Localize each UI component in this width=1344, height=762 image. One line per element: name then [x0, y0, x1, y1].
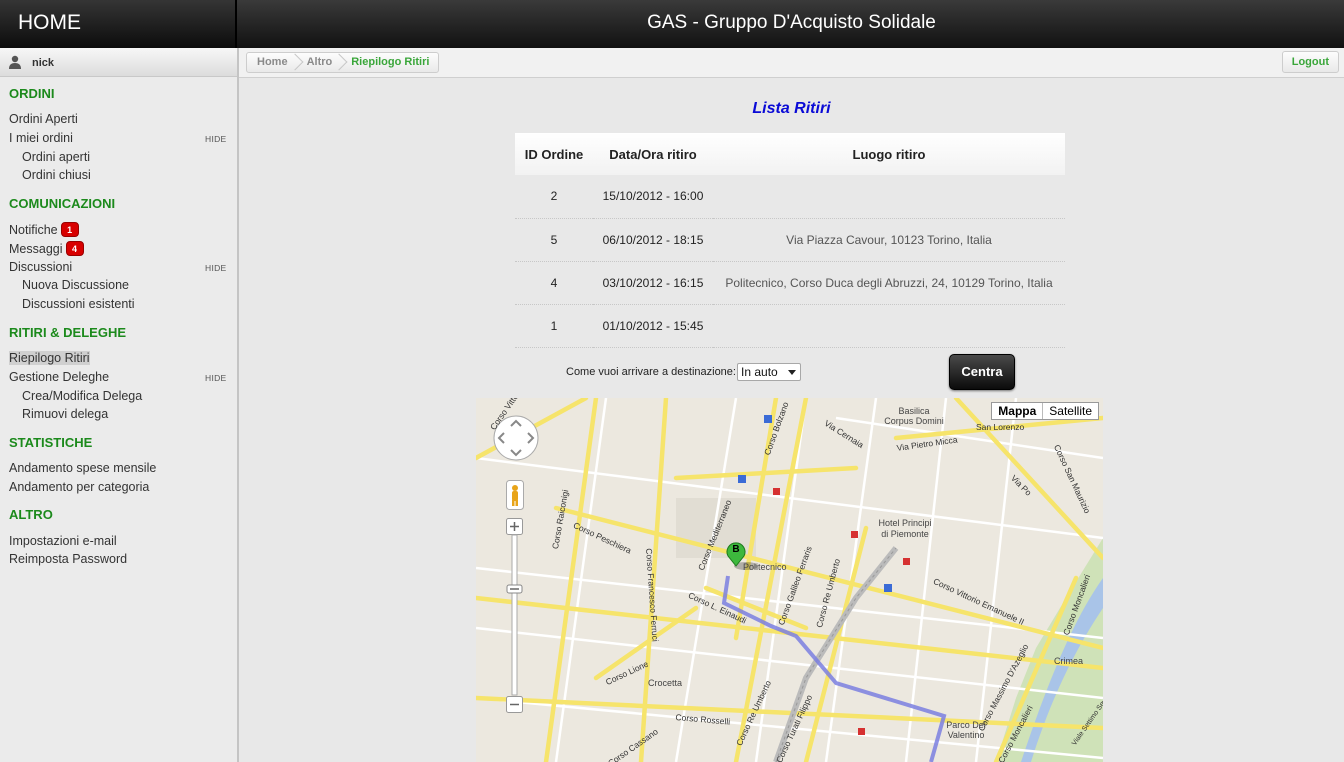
messaggi-label: Messaggi: [9, 242, 63, 256]
user-name: nick: [32, 57, 55, 69]
sidebar-item-gestione-deleghe[interactable]: Gestione Deleghe: [9, 370, 109, 384]
sidebar-item-spese-mensile[interactable]: Andamento spese mensile: [9, 461, 156, 475]
map-label: San Lorenzo: [976, 422, 1025, 432]
ritiri-table: ID Ordine Data/Ora ritiro Luogo ritiro 2…: [515, 133, 1065, 348]
table-row[interactable]: 5 06/10/2012 - 18:15 Via Piazza Cavour, …: [515, 218, 1065, 262]
sidebar-item-crea-delega[interactable]: Crea/Modifica Delega: [22, 389, 142, 403]
column-header-luogo: Luogo ritiro: [713, 133, 1065, 175]
messaggi-badge: 4: [65, 241, 84, 256]
user-bar: nick: [0, 48, 237, 77]
breadcrumb-altro[interactable]: Altro: [297, 53, 342, 72]
travel-mode-value: In auto: [741, 365, 778, 379]
pegman-icon[interactable]: [506, 480, 524, 510]
cell-id: 4: [515, 261, 593, 305]
map-type-map-button[interactable]: Mappa: [992, 403, 1044, 419]
map-label: Crimea: [1054, 656, 1084, 666]
section-altro: ALTRO: [9, 507, 53, 522]
route-map[interactable]: B Mappa Satellite Corso Bolzano Via Cern…: [476, 398, 1103, 762]
app-title: GAS - Gruppo D'Acquisto Solidale: [647, 12, 936, 33]
map-type-control: Mappa Satellite: [991, 402, 1099, 420]
cell-place: Via Piazza Cavour, 10123 Torino, Italia: [713, 218, 1065, 262]
cell-id: 1: [515, 304, 593, 348]
cell-place: Politecnico, Corso Duca degli Abruzzi, 2…: [713, 261, 1065, 305]
section-ritiri: RITIRI & DELEGHE: [9, 325, 127, 340]
cell-place: [713, 304, 1065, 348]
hide-toggle-ordini[interactable]: HIDE: [205, 134, 227, 144]
map-type-satellite-button[interactable]: Satellite: [1043, 403, 1098, 419]
hide-toggle-discussioni[interactable]: HIDE: [205, 263, 227, 273]
map-label: Hotel Principi di Piemonte: [878, 518, 932, 539]
section-statistiche: STATISTICHE: [9, 435, 93, 450]
user-icon: [9, 55, 21, 69]
section-ordini: ORDINI: [9, 86, 55, 101]
centra-button[interactable]: Centra: [949, 354, 1015, 390]
sidebar-item-notifiche[interactable]: Notifiche 1: [9, 222, 79, 237]
section-comunicazioni: COMUNICAZIONI: [9, 196, 116, 211]
column-header-id: ID Ordine: [515, 133, 593, 175]
table-row[interactable]: 2 15/10/2012 - 16:00: [515, 175, 1065, 219]
page-title: Lista Ritiri: [752, 100, 831, 117]
cell-place: [713, 175, 1065, 219]
sidebar-item-riepilogo-ritiri[interactable]: Riepilogo Ritiri: [9, 351, 90, 365]
home-button[interactable]: HOME: [0, 0, 237, 48]
column-header-data: Data/Ora ritiro: [593, 133, 713, 175]
map-canvas: B: [476, 398, 1103, 762]
breadcrumb-riepilogo[interactable]: Riepilogo Ritiri: [341, 53, 438, 72]
app-header: HOME GAS - Gruppo D'Acquisto Solidale: [0, 0, 1344, 48]
hide-toggle-deleghe[interactable]: HIDE: [205, 373, 227, 383]
cell-date: 06/10/2012 - 18:15: [593, 218, 713, 262]
sidebar-item-discussioni-esistenti[interactable]: Discussioni esistenti: [22, 297, 135, 311]
chevron-down-icon: [788, 370, 796, 375]
sidebar-item-ordini-aperti[interactable]: Ordini Aperti: [9, 112, 78, 126]
main-content: Lista Ritiri ID Ordine Data/Ora ritiro L…: [239, 78, 1344, 762]
sidebar-item-nuova-discussione[interactable]: Nuova Discussione: [22, 278, 129, 292]
cell-id: 5: [515, 218, 593, 262]
map-label: Parco Del Valentino: [946, 720, 986, 740]
cell-date: 01/10/2012 - 15:45: [593, 304, 713, 348]
marker-b-label: B: [732, 544, 739, 555]
notifiche-label: Notifiche: [9, 223, 58, 237]
logout-button[interactable]: Logout: [1281, 51, 1339, 73]
breadcrumb: Home Altro Riepilogo Ritiri: [246, 52, 440, 73]
travel-mode-select[interactable]: In auto: [737, 363, 801, 381]
map-label: Basilica Corpus Domini: [884, 406, 944, 426]
sidebar-item-password[interactable]: Reimposta Password: [9, 552, 127, 566]
table-row[interactable]: 1 01/10/2012 - 15:45: [515, 304, 1065, 348]
sidebar-item-per-categoria[interactable]: Andamento per categoria: [9, 480, 149, 494]
sidebar-item-rimuovi-delega[interactable]: Rimuovi delega: [22, 407, 108, 421]
cell-id: 2: [515, 175, 593, 219]
breadcrumb-home[interactable]: Home: [247, 53, 297, 72]
cell-date: 03/10/2012 - 16:15: [593, 261, 713, 305]
map-label: Crocetta: [648, 678, 683, 688]
breadcrumb-bar: Home Altro Riepilogo Ritiri Logout: [239, 48, 1344, 78]
cell-date: 15/10/2012 - 16:00: [593, 175, 713, 219]
sidebar-item-discussioni[interactable]: Discussioni: [9, 260, 72, 274]
zoom-control[interactable]: [506, 518, 524, 716]
sidebar-item-miei-ordini[interactable]: I miei ordini: [9, 131, 73, 145]
table-row[interactable]: 4 03/10/2012 - 16:15 Politecnico, Corso …: [515, 261, 1065, 305]
sidebar: nick ORDINI Ordini Aperti I miei ordini …: [0, 48, 239, 762]
notifiche-badge: 1: [60, 222, 79, 237]
sidebar-item-email[interactable]: Impostazioni e-mail: [9, 534, 117, 548]
sidebar-item-ordini-chiusi[interactable]: Ordini chiusi: [22, 168, 91, 182]
table-header-row: ID Ordine Data/Ora ritiro Luogo ritiro: [515, 133, 1065, 175]
sidebar-item-messaggi[interactable]: Messaggi 4: [9, 241, 84, 256]
destination-label: Come vuoi arrivare a destinazione:: [566, 366, 736, 378]
map-label: Politecnico: [743, 562, 787, 572]
sidebar-item-ordini-aperti-sub[interactable]: Ordini aperti: [22, 150, 90, 164]
